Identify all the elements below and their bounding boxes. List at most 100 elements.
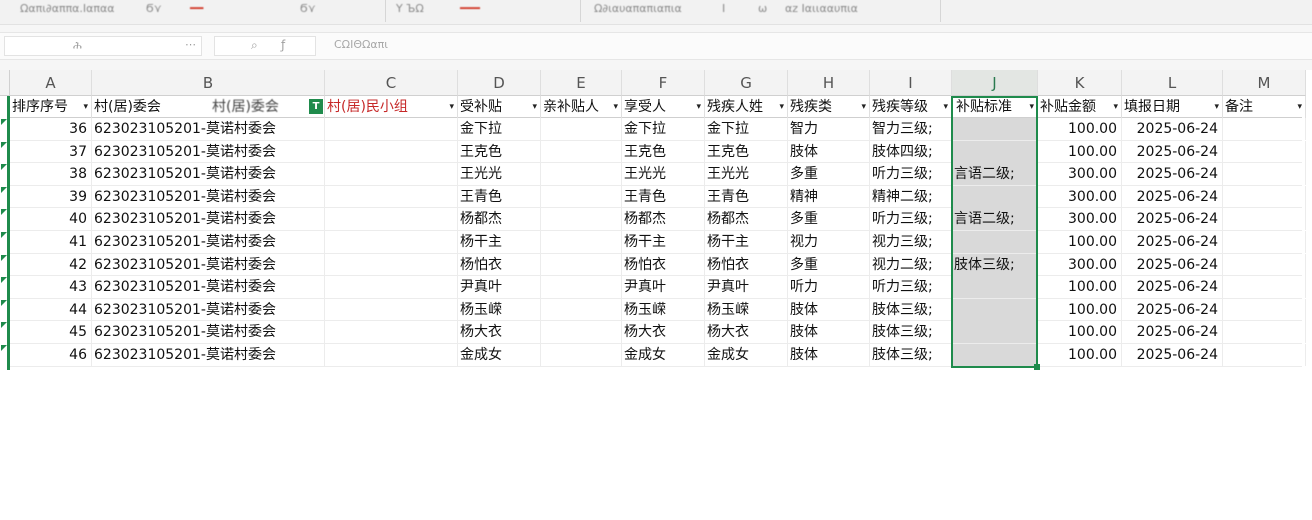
ribbon-item[interactable]: Ϭ⋎ [146,2,162,15]
cell-disabled[interactable]: 金下拉 [705,118,788,140]
cell-seq[interactable]: 43 [10,276,92,299]
header-cell-standard[interactable]: 补贴标准 ▾ [952,96,1038,118]
filter-dropdown-icon[interactable]: ▾ [696,96,701,118]
cell-amount[interactable]: 300.00 [1038,185,1122,208]
column-header-K[interactable]: K [1038,70,1122,96]
cell-note[interactable] [1223,344,1306,366]
cell-date[interactable]: 2025-06-24 [1122,276,1223,299]
cell-amount[interactable]: 100.00 [1038,298,1122,321]
cell-standard[interactable] [952,185,1038,208]
column-header-A[interactable]: A [10,70,92,96]
cell-amount[interactable]: 100.00 [1038,276,1122,299]
cell-note[interactable] [1223,321,1306,344]
cell-level[interactable]: 肢体三级; [870,298,952,321]
cell-seq[interactable]: 39 [10,185,92,208]
cell-enjoy[interactable]: 杨大衣 [622,321,705,344]
cell-standard[interactable] [952,140,1038,163]
cell-committee[interactable]: 623023105201-莫诺村委会 [92,208,325,231]
cell-type[interactable]: 多重 [788,253,870,276]
cell-disabled[interactable]: 金成女 [705,344,788,366]
cell-amount[interactable]: 300.00 [1038,163,1122,186]
cell-payee[interactable] [541,163,622,186]
cell-date[interactable]: 2025-06-24 [1122,118,1223,140]
filter-dropdown-icon[interactable]: ▾ [1029,96,1034,118]
cell-standard[interactable] [952,298,1038,321]
header-cell-level[interactable]: 残疾等级 ▾ [870,96,952,118]
cell-committee[interactable]: 623023105201-莫诺村委会 [92,163,325,186]
column-header-G[interactable]: G [705,70,788,96]
cell-note[interactable] [1223,298,1306,321]
header-cell-group[interactable]: 村(居)民小组 ▾ [325,96,458,118]
cell-standard[interactable] [952,276,1038,299]
cell-recipient[interactable]: 杨玉嵘 [458,298,541,321]
zoom-icon[interactable]: ⌕ [251,38,258,53]
cell-group[interactable] [325,344,458,366]
cell-group[interactable] [325,140,458,163]
cell-level[interactable]: 肢体三级; [870,344,952,366]
cell-seq[interactable]: 37 [10,140,92,163]
column-header-L[interactable]: L [1122,70,1223,96]
select-all-corner[interactable] [0,70,10,96]
cell-payee[interactable] [541,140,622,163]
cell-disabled[interactable]: 杨干主 [705,231,788,253]
cell-date[interactable]: 2025-06-24 [1122,185,1223,208]
column-header-J[interactable]: J [952,70,1038,96]
filter-dropdown-icon[interactable]: ▾ [1113,96,1118,118]
cell-note[interactable] [1223,276,1306,299]
cell-disabled[interactable]: 王克色 [705,140,788,163]
cell-disabled[interactable]: 尹真叶 [705,276,788,299]
cell-seq[interactable]: 38 [10,163,92,186]
cell-disabled[interactable]: 杨都杰 [705,208,788,231]
ribbon-item[interactable]: ω [758,2,767,15]
cell-payee[interactable] [541,321,622,344]
cell-payee[interactable] [541,344,622,366]
filter-dropdown-icon[interactable]: ▾ [613,96,618,118]
cell-amount[interactable]: 100.00 [1038,118,1122,140]
cell-group[interactable] [325,253,458,276]
cell-enjoy[interactable]: 金下拉 [622,118,705,140]
cell-committee[interactable]: 623023105201-莫诺村委会 [92,185,325,208]
cell-recipient[interactable]: 金成女 [458,344,541,366]
column-header-E[interactable]: E [541,70,622,96]
name-box-dropdown-icon[interactable]: ⋯ [185,38,196,51]
column-header-C[interactable]: C [325,70,458,96]
header-cell-recipient[interactable]: 受补贴 ▾ [458,96,541,118]
filter-dropdown-icon[interactable]: ▾ [1297,96,1302,118]
cell-disabled[interactable]: 杨怕衣 [705,253,788,276]
header-cell-committee[interactable]: 村(居)委会 村(居)委会 T [92,96,325,118]
cell-type[interactable]: 多重 [788,208,870,231]
cell-level[interactable]: 肢体三级; [870,321,952,344]
header-cell-date[interactable]: 填报日期 ▾ [1122,96,1223,118]
cell-level[interactable]: 视力三级; [870,231,952,253]
ribbon-item[interactable]: Ι [722,2,725,15]
cell-type[interactable]: 多重 [788,163,870,186]
cell-date[interactable]: 2025-06-24 [1122,344,1223,366]
cell-note[interactable] [1223,253,1306,276]
cell-note[interactable] [1223,185,1306,208]
cell-recipient[interactable]: 杨干主 [458,231,541,253]
cell-recipient[interactable]: 杨大衣 [458,321,541,344]
cell-type[interactable]: 肢体 [788,140,870,163]
cell-standard[interactable] [952,118,1038,140]
cell-amount[interactable]: 100.00 [1038,231,1122,253]
cell-date[interactable]: 2025-06-24 [1122,231,1223,253]
cell-type[interactable]: 肢体 [788,344,870,366]
cell-note[interactable] [1223,208,1306,231]
cell-committee[interactable]: 623023105201-莫诺村委会 [92,118,325,140]
cell-date[interactable]: 2025-06-24 [1122,298,1223,321]
cell-amount[interactable]: 100.00 [1038,344,1122,366]
active-filter-icon[interactable]: T [309,99,323,114]
cell-payee[interactable] [541,276,622,299]
cell-group[interactable] [325,185,458,208]
cell-group[interactable] [325,276,458,299]
cell-amount[interactable]: 100.00 [1038,321,1122,344]
filter-dropdown-icon[interactable]: ▾ [861,96,866,118]
ribbon-item-red[interactable]: ━━━ [460,2,480,15]
cell-level[interactable]: 听力三级; [870,208,952,231]
cell-enjoy[interactable]: 金成女 [622,344,705,366]
cell-enjoy[interactable]: 杨干主 [622,231,705,253]
cell-note[interactable] [1223,140,1306,163]
cell-payee[interactable] [541,185,622,208]
cell-payee[interactable] [541,118,622,140]
header-cell-payee[interactable]: 亲补贴人 ▾ [541,96,622,118]
